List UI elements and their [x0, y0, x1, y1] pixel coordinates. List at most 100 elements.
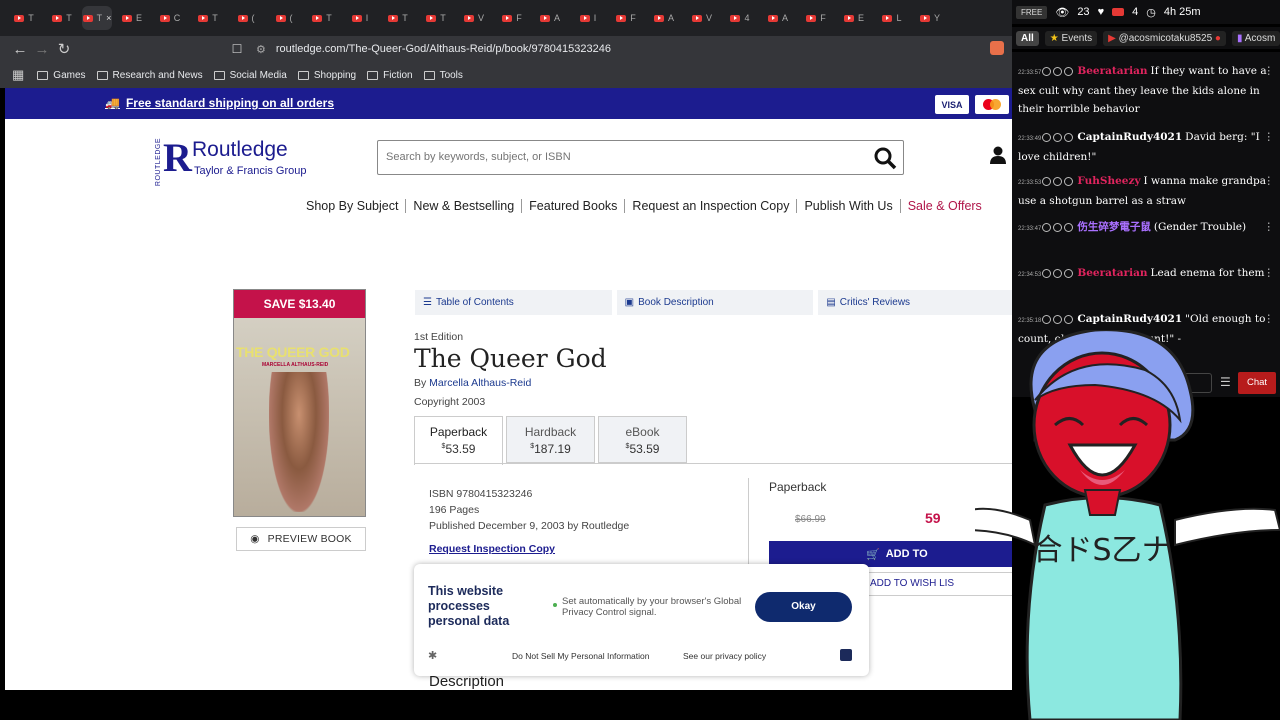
- browser-tab[interactable]: 4: [722, 6, 758, 30]
- browser-tab[interactable]: V: [684, 6, 720, 30]
- close-tab-icon[interactable]: ×: [106, 13, 111, 23]
- tab-book-description[interactable]: ▣ Book Description: [616, 290, 814, 315]
- menu-item[interactable]: Featured Books: [522, 199, 626, 213]
- okay-button[interactable]: Okay: [755, 592, 852, 622]
- search-input[interactable]: [386, 141, 856, 172]
- clock-action-icon[interactable]: [1042, 66, 1052, 76]
- browser-tab[interactable]: F: [608, 6, 644, 30]
- clock-action-icon[interactable]: [1042, 132, 1052, 142]
- site-info-icon[interactable]: ⚙: [256, 43, 266, 56]
- chat-username[interactable]: Beeratarian: [1077, 65, 1147, 77]
- account-icon[interactable]: [989, 145, 1007, 165]
- ban-icon[interactable]: [1053, 66, 1063, 76]
- chat-username[interactable]: CaptainRudy4021: [1077, 313, 1182, 325]
- filter-all[interactable]: All: [1016, 30, 1039, 46]
- more-options-icon[interactable]: ⋮: [1264, 264, 1275, 282]
- more-options-icon[interactable]: ⋮: [1264, 218, 1275, 236]
- chat-username[interactable]: CaptainRudy4021: [1077, 131, 1182, 143]
- address-bar[interactable]: ⚙ routledge.com/The-Queer-God/Althaus-Re…: [256, 39, 986, 59]
- book-cover[interactable]: SAVE $13.40 THE QUEER GOD MARCELLA ALTHA…: [233, 289, 366, 517]
- browser-tab[interactable]: L: [874, 6, 910, 30]
- delete-icon[interactable]: [1064, 66, 1074, 76]
- browser-tab[interactable]: F: [494, 6, 530, 30]
- menu-item[interactable]: Publish With Us: [797, 199, 901, 213]
- menu-item[interactable]: New & Bestselling: [406, 199, 523, 213]
- chat-username[interactable]: FuhSheezy: [1077, 175, 1140, 187]
- chat-username[interactable]: Beeratarian: [1077, 267, 1147, 279]
- extension-icon[interactable]: [990, 41, 1004, 55]
- more-options-icon[interactable]: ⋮: [1264, 128, 1275, 146]
- browser-tab[interactable]: T ×: [82, 6, 112, 30]
- browser-tab[interactable]: F: [798, 6, 834, 30]
- request-inspection-link[interactable]: Request Inspection Copy: [429, 543, 555, 555]
- bookmark-folder[interactable]: Shopping: [297, 70, 356, 81]
- browser-tab[interactable]: T: [44, 6, 80, 30]
- browser-tab[interactable]: E: [114, 6, 150, 30]
- language-icon[interactable]: [840, 649, 852, 661]
- browser-tab[interactable]: T: [418, 6, 454, 30]
- format-paperback[interactable]: Paperback $53.59: [414, 416, 503, 465]
- browser-tab[interactable]: I: [570, 6, 606, 30]
- privacy-policy-link[interactable]: See our privacy policy: [683, 651, 766, 661]
- more-options-icon[interactable]: ⋮: [1264, 310, 1275, 328]
- browser-tab[interactable]: A: [646, 6, 682, 30]
- ban-icon[interactable]: [1053, 176, 1063, 186]
- chat-username[interactable]: 伤生碎梦電子鼠: [1077, 221, 1151, 233]
- browser-tab[interactable]: Y: [912, 6, 948, 30]
- ban-icon[interactable]: [1053, 268, 1063, 278]
- menu-item[interactable]: Shop By Subject: [299, 199, 407, 213]
- filter-youtube-channel[interactable]: ▶ @acosmicotaku8525 ●: [1103, 30, 1226, 46]
- menu-item[interactable]: Request an Inspection Copy: [625, 199, 798, 213]
- forward-icon[interactable]: →: [31, 38, 53, 60]
- browser-tab[interactable]: T: [6, 6, 42, 30]
- browser-tab[interactable]: (: [266, 6, 302, 30]
- browser-tab[interactable]: T: [304, 6, 340, 30]
- format-hardback[interactable]: Hardback $187.19: [506, 416, 595, 463]
- browser-tab[interactable]: E: [836, 6, 872, 30]
- delete-icon[interactable]: [1064, 132, 1074, 142]
- delete-icon[interactable]: [1064, 222, 1074, 232]
- clock-action-icon[interactable]: [1042, 176, 1052, 186]
- filter-events[interactable]: ★ Events: [1044, 30, 1098, 46]
- ban-icon[interactable]: [1053, 314, 1063, 324]
- tab-critics-reviews[interactable]: ▤ Critics' Reviews: [818, 290, 1012, 315]
- more-options-icon[interactable]: ⋮: [1264, 172, 1275, 190]
- bookmark-folder[interactable]: Research and News: [96, 70, 203, 81]
- clock-action-icon[interactable]: [1042, 222, 1052, 232]
- format-ebook[interactable]: eBook $53.59: [598, 416, 687, 463]
- delete-icon[interactable]: [1064, 268, 1074, 278]
- delete-icon[interactable]: [1064, 176, 1074, 186]
- reload-icon[interactable]: ↻: [53, 38, 75, 60]
- browser-tab[interactable]: I: [342, 6, 378, 30]
- delete-icon[interactable]: [1064, 314, 1074, 324]
- bookmark-star-icon[interactable]: ☐: [226, 38, 248, 60]
- browser-tab[interactable]: C: [152, 6, 188, 30]
- do-not-sell-link[interactable]: Do Not Sell My Personal Information: [512, 651, 649, 661]
- apps-icon[interactable]: ▦: [12, 67, 24, 83]
- ban-icon[interactable]: [1053, 132, 1063, 142]
- browser-tab[interactable]: T: [380, 6, 416, 30]
- browser-tab[interactable]: V: [456, 6, 492, 30]
- more-options-icon[interactable]: ⋮: [1264, 62, 1275, 80]
- clock-action-icon[interactable]: [1042, 268, 1052, 278]
- author-link[interactable]: Marcella Althaus-Reid: [429, 377, 531, 389]
- browser-tab[interactable]: T: [190, 6, 226, 30]
- preview-book-button[interactable]: ◉ PREVIEW BOOK: [236, 527, 366, 551]
- settings-gear-icon[interactable]: ✱: [428, 649, 437, 662]
- filter-twitch-channel[interactable]: ▮ Acosm: [1231, 30, 1280, 46]
- menu-item[interactable]: Sale & Offers: [901, 199, 989, 213]
- bookmark-folder[interactable]: Tools: [423, 70, 463, 81]
- routledge-logo[interactable]: ROUTLEDGE R Routledge Taylor & Francis G…: [155, 136, 325, 187]
- back-icon[interactable]: ←: [9, 38, 31, 60]
- browser-tab[interactable]: A: [760, 6, 796, 30]
- shipping-link[interactable]: 🚚 Free standard shipping on all orders: [105, 96, 334, 110]
- bookmark-folder[interactable]: Fiction: [367, 70, 413, 81]
- tab-table-of-contents[interactable]: ☰ Table of Contents: [415, 290, 612, 315]
- search-icon[interactable]: [873, 146, 897, 170]
- browser-tab[interactable]: (: [228, 6, 264, 30]
- ban-icon[interactable]: [1053, 222, 1063, 232]
- browser-tab[interactable]: A: [532, 6, 568, 30]
- bookmark-folder[interactable]: Social Media: [213, 70, 287, 81]
- clock-action-icon[interactable]: [1042, 314, 1052, 324]
- bookmark-folder[interactable]: Games: [37, 70, 86, 81]
